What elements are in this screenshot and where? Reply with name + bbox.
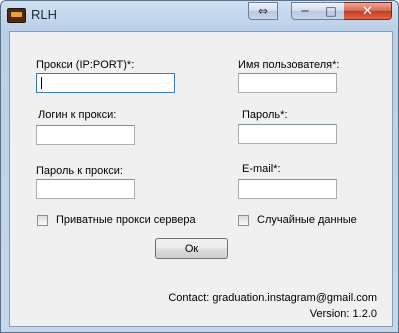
email-label: E-mail*:	[242, 163, 281, 175]
private-proxy-label[interactable]: Приватные прокси сервера	[56, 214, 196, 226]
version-text: Version: 1.2.0	[309, 308, 377, 320]
random-data-checkbox-row[interactable]: Случайные данные	[238, 214, 357, 226]
text-caret	[41, 77, 42, 89]
random-data-checkbox[interactable]	[238, 214, 249, 226]
password-input[interactable]	[238, 124, 337, 144]
swap-icon[interactable]: ⇔	[248, 2, 278, 20]
ok-button[interactable]: Ок	[155, 238, 228, 259]
maximize-button[interactable]: □	[318, 2, 345, 20]
proxy-label: Прокси (IP:PORT)*:	[36, 59, 135, 71]
app-window: RLH ⇔ ─ □ ✕ Прокси (IP:PORT)*: Логин к п…	[0, 0, 399, 333]
private-proxy-checkbox[interactable]	[37, 214, 48, 226]
minimize-button[interactable]: ─	[291, 2, 319, 20]
proxy-login-input[interactable]	[36, 125, 135, 145]
email-input[interactable]	[238, 179, 337, 199]
app-logo-icon	[7, 8, 26, 23]
contact-text: Contact: graduation.instagram@gmail.com	[168, 292, 377, 304]
proxy-password-label: Пароль к прокси:	[36, 165, 123, 177]
username-label: Имя пользователя*:	[238, 59, 340, 71]
title-bar[interactable]: RLH ⇔ ─ □ ✕	[1, 1, 398, 31]
proxy-input[interactable]	[36, 73, 175, 93]
private-proxy-checkbox-row[interactable]: Приватные прокси сервера	[37, 214, 196, 226]
random-data-label[interactable]: Случайные данные	[257, 214, 357, 226]
password-label: Пароль*:	[242, 109, 288, 121]
username-input[interactable]	[238, 73, 337, 93]
window-title: RLH	[31, 7, 58, 22]
form-panel: Прокси (IP:PORT)*: Логин к прокси: Парол…	[9, 31, 393, 327]
close-button[interactable]: ✕	[344, 2, 392, 20]
proxy-password-input[interactable]	[36, 179, 135, 199]
proxy-login-label: Логин к прокси:	[38, 109, 117, 121]
